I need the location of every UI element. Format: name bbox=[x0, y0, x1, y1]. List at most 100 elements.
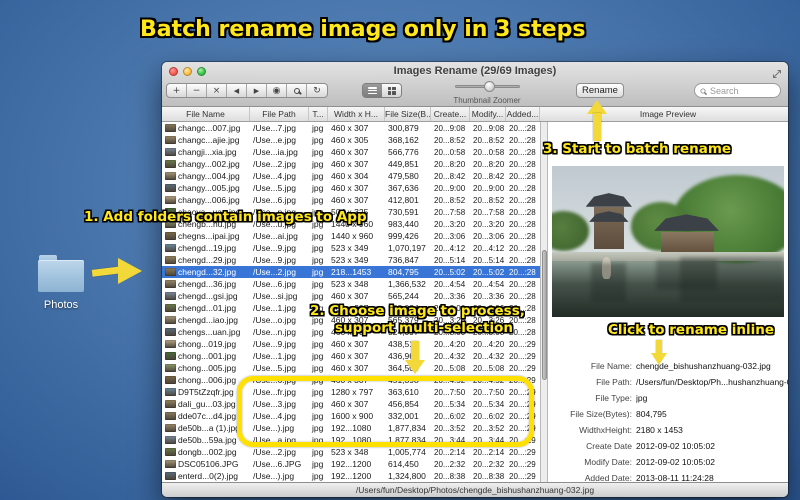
file-thumbnail-icon bbox=[165, 292, 176, 300]
file-thumbnail-icon bbox=[165, 304, 176, 312]
column-header-0[interactable]: File Name bbox=[162, 107, 250, 121]
info-label: File Name: bbox=[590, 361, 632, 371]
step3-annotation: 3. Start to batch rename bbox=[543, 141, 732, 157]
file-thumbnail-icon bbox=[165, 136, 176, 144]
preview-photo bbox=[552, 166, 784, 317]
column-header-6[interactable]: Modify... bbox=[470, 107, 506, 121]
grid-view-icon bbox=[387, 86, 396, 95]
column-header-4[interactable]: File Size(B... bbox=[385, 107, 431, 121]
table-row[interactable]: DSC05106.JPG/Use...6.JPG jpg 192...1200 614… bbox=[162, 458, 540, 470]
file-name-cell: chegns...ipai.jpg bbox=[162, 231, 250, 241]
search-tool-button[interactable] bbox=[287, 84, 307, 97]
info-value: 804,795 bbox=[636, 409, 667, 419]
info-value: 2180 x 1453 bbox=[636, 425, 683, 435]
table-row[interactable]: chengd...19.jpg/Use...9.jpg jpg 523 x 349 1… bbox=[162, 242, 540, 254]
file-thumbnail-icon bbox=[165, 172, 176, 180]
file-name-cell: de50b...59a.jpg bbox=[162, 435, 250, 445]
status-bar: /Users/fun/Desktop/Photos/chengde_bishus… bbox=[162, 482, 788, 497]
file-thumbnail-icon bbox=[165, 376, 176, 384]
slider-knob[interactable] bbox=[484, 81, 496, 92]
table-row[interactable]: changc...007.jpg/Use...7.jpg jpg 460 x 307… bbox=[162, 122, 540, 134]
multi-selection-highlight bbox=[237, 376, 534, 447]
column-header-3[interactable]: Width x H... bbox=[328, 107, 385, 121]
file-name-cell: chengd...36.jpg bbox=[162, 279, 250, 289]
info-label: File Path: bbox=[596, 377, 632, 387]
info-label: File Type: bbox=[595, 393, 632, 403]
file-name-cell: changc...007.jpg bbox=[162, 123, 250, 133]
column-header-1[interactable]: File Path bbox=[250, 107, 309, 121]
photos-folder-icon[interactable] bbox=[38, 255, 84, 297]
window-chrome: Images Rename (29/69 Images) + − × ◀ ▶ ◉… bbox=[162, 62, 788, 107]
toolbar: + − × ◀ ▶ ◉ ↻ Thumbnail Zoomer Rename Se… bbox=[162, 79, 788, 107]
table-row[interactable]: changy...006.jpg/Use...6.jpg jpg 460 x 307… bbox=[162, 194, 540, 206]
file-thumbnail-icon bbox=[165, 184, 176, 192]
next-button[interactable]: ▶ bbox=[247, 84, 267, 97]
step2-annotation-line2: support multi-selection bbox=[335, 320, 513, 336]
table-row[interactable]: dongb...002.jpg/Use...2.jpg jpg 523 x 348 1… bbox=[162, 446, 540, 458]
arrow-up-icon bbox=[586, 100, 608, 142]
info-label: WidthxHeight: bbox=[579, 425, 632, 435]
file-name-cell: chengd...32.jpg bbox=[162, 267, 250, 277]
remove-button[interactable]: − bbox=[187, 84, 207, 97]
table-row[interactable]: chong...005.jpg/Use...5.jpg jpg 460 x 307 3… bbox=[162, 362, 540, 374]
table-row[interactable]: chegns...ipai.jpg/Use...ai.jpg jpg 1440 x … bbox=[162, 230, 540, 242]
titlebar[interactable]: Images Rename (29/69 Images) bbox=[162, 62, 788, 79]
list-view-icon bbox=[368, 87, 377, 94]
file-thumbnail-icon bbox=[165, 388, 176, 396]
table-row[interactable]: chengd...32.jpg/Use...2.jpg jpg 218...1453… bbox=[162, 266, 540, 278]
table-row[interactable]: changy...005.jpg/Use...5.jpg jpg 460 x 307… bbox=[162, 182, 540, 194]
column-header-2[interactable]: T... bbox=[309, 107, 328, 121]
refresh-button[interactable]: ↻ bbox=[307, 84, 327, 97]
file-thumbnail-icon bbox=[165, 160, 176, 168]
rename-button[interactable]: Rename bbox=[576, 83, 624, 98]
rename-inline-annotation: Click to rename inline bbox=[608, 322, 774, 338]
previous-button[interactable]: ◀ bbox=[227, 84, 247, 97]
file-name-cell: chengd...01.jpg bbox=[162, 303, 250, 313]
list-view-button[interactable] bbox=[363, 84, 382, 97]
file-name-cell: chengd...19.jpg bbox=[162, 243, 250, 253]
table-row[interactable]: chengd...29.jpg/Use...9.jpg jpg 523 x 349 7… bbox=[162, 254, 540, 266]
file-name-cell: chengd...iao.jpg bbox=[162, 315, 250, 325]
file-thumbnail-icon bbox=[165, 364, 176, 372]
table-row[interactable]: chengd...gsi.jpg/Use...si.jpg jpg 460 x 30… bbox=[162, 290, 540, 302]
search-icon bbox=[700, 87, 706, 94]
column-header-5[interactable]: Create... bbox=[431, 107, 470, 121]
column-header-7[interactable]: Added... bbox=[506, 107, 540, 121]
info-field: Modify Date: 2012-09-02 10:05:02 bbox=[548, 454, 788, 470]
add-button[interactable]: + bbox=[167, 84, 187, 97]
file-name-cell: chengd...gsi.jpg bbox=[162, 291, 250, 301]
arrow-down-step2-icon bbox=[404, 341, 426, 375]
window-title: Images Rename (29/69 Images) bbox=[393, 65, 557, 77]
info-field: File Name: chengde_bishushanzhuang-032.jp… bbox=[548, 358, 788, 374]
search-input[interactable] bbox=[710, 85, 775, 96]
search-field[interactable] bbox=[694, 83, 781, 98]
file-name-cell: enterd...0(2).jpg bbox=[162, 471, 250, 481]
grid-view-button[interactable] bbox=[382, 84, 401, 97]
thumbnail-zoomer-slider[interactable] bbox=[455, 81, 520, 92]
table-row[interactable]: changy...002.jpg/Use...2.jpg jpg 460 x 307… bbox=[162, 158, 540, 170]
file-thumbnail-icon bbox=[165, 340, 176, 348]
file-thumbnail-icon bbox=[165, 268, 176, 276]
step1-annotation: 1. Add folders contain images to App bbox=[84, 209, 367, 225]
table-row[interactable]: changy...004.jpg/Use...4.jpg jpg 460 x 304… bbox=[162, 170, 540, 182]
file-name-cell: chong...006.jpg bbox=[162, 375, 250, 385]
table-row[interactable]: chong...001.jpg/Use...1.jpg jpg 460 x 307 4… bbox=[162, 350, 540, 362]
file-thumbnail-icon bbox=[165, 328, 176, 336]
file-thumbnail-icon bbox=[165, 448, 176, 456]
table-row[interactable]: enterd...0(2).jpg/Use...).jpg jpg 192...12… bbox=[162, 470, 540, 482]
info-field: File Size(Bytes): 804,795 bbox=[548, 406, 788, 422]
file-thumbnail-icon bbox=[165, 232, 176, 240]
file-name-cell: chong...001.jpg bbox=[162, 351, 250, 361]
table-row[interactable]: chengd...36.jpg/Use...6.jpg jpg 523 x 348 1… bbox=[162, 278, 540, 290]
table-row[interactable]: changc...ajie.jpg/Use...e.jpg jpg 460 x 30… bbox=[162, 134, 540, 146]
table-scrollbar[interactable] bbox=[540, 122, 548, 482]
info-label: Added Date: bbox=[584, 473, 632, 482]
table-row[interactable]: chong...019.jpg/Use...9.jpg jpg 460 x 307 4… bbox=[162, 338, 540, 350]
info-value: 2013-08-11 11:24:28 bbox=[636, 473, 714, 482]
file-name-cell: chengd...29.jpg bbox=[162, 255, 250, 265]
delete-button[interactable]: × bbox=[207, 84, 227, 97]
file-name-cell: changy...002.jpg bbox=[162, 159, 250, 169]
preview-eye-button[interactable]: ◉ bbox=[267, 84, 287, 97]
table-row[interactable]: changji...xia.jpg/Use...ia.jpg jpg 460 x 3… bbox=[162, 146, 540, 158]
scrollbar-thumb[interactable] bbox=[542, 250, 547, 380]
